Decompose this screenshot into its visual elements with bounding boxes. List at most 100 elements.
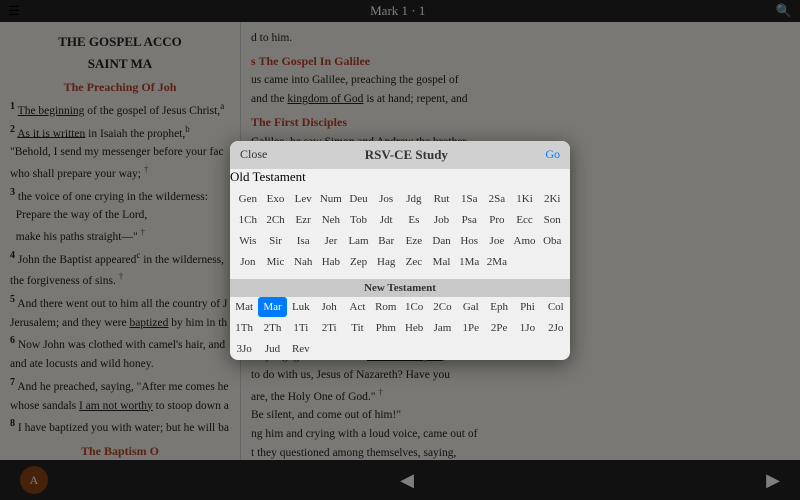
book-cell[interactable]: 2Sa (483, 189, 511, 209)
book-cell[interactable]: Oba (538, 231, 566, 251)
book-cell[interactable]: 3Jo (230, 339, 258, 359)
book-cell[interactable]: Act (343, 297, 371, 317)
nt-books-grid: MatMarLukJohActRom1Co2CoGalEphPhiCol1Th2… (230, 297, 570, 359)
book-cell[interactable]: Jdt (372, 210, 400, 230)
book-cell[interactable] (485, 339, 513, 359)
book-cell[interactable] (538, 252, 566, 272)
book-cell[interactable]: Jdg (400, 189, 428, 209)
book-cell[interactable]: Zec (400, 252, 428, 272)
book-cell[interactable]: Mal (428, 252, 456, 272)
book-cell[interactable]: Mar (258, 297, 286, 317)
overlay[interactable]: Close RSV-CE Study Go Old Testament GenE… (0, 0, 800, 500)
book-cell[interactable]: 2Co (428, 297, 456, 317)
book-cell[interactable] (400, 339, 428, 359)
ot-section-header: Old Testament (230, 169, 570, 185)
book-cell[interactable]: Psa (455, 210, 483, 230)
books-grid: GenExoLevNumDeuJosJdgRut1Sa2Sa1Ki2Ki1Ch2… (230, 185, 570, 277)
modal-title: RSV-CE Study (267, 147, 545, 163)
book-cell[interactable]: Bar (372, 231, 400, 251)
nt-books-row: 1Th2Th1Ti2TiTitPhmHebJam1Pe2Pe1Jo2Jo (230, 318, 570, 338)
nt-books-row: 3JoJudRev (230, 339, 570, 359)
book-cell[interactable]: Dan (428, 231, 456, 251)
book-cell[interactable] (315, 339, 343, 359)
book-cell[interactable]: 2Pe (485, 318, 513, 338)
book-cell[interactable]: Amo (511, 231, 539, 251)
book-cell[interactable]: Luk (287, 297, 315, 317)
book-cell[interactable]: Lam (345, 231, 373, 251)
book-cell[interactable]: Es (400, 210, 428, 230)
book-cell[interactable]: Phm (372, 318, 400, 338)
book-cell[interactable]: 1Th (230, 318, 258, 338)
book-cell[interactable]: Col (542, 297, 570, 317)
book-cell[interactable]: Exo (262, 189, 290, 209)
book-cell[interactable]: Mic (262, 252, 290, 272)
book-cell[interactable]: Sir (262, 231, 290, 251)
nt-books-row: MatMarLukJohActRom1Co2CoGalEphPhiCol (230, 297, 570, 317)
book-cell[interactable]: Hos (455, 231, 483, 251)
book-cell[interactable]: Jud (258, 339, 286, 359)
book-cell[interactable]: Jos (372, 189, 400, 209)
book-cell[interactable]: Pro (483, 210, 511, 230)
book-cell[interactable]: 1Sa (455, 189, 483, 209)
book-select-modal: Close RSV-CE Study Go Old Testament GenE… (230, 141, 570, 360)
nt-section-header: New Testament (230, 279, 570, 297)
book-cell[interactable] (428, 339, 456, 359)
book-cell[interactable]: 1Ki (511, 189, 539, 209)
book-cell[interactable]: Lev (289, 189, 317, 209)
book-cell[interactable]: Gal (457, 297, 485, 317)
book-cell[interactable]: Deu (345, 189, 373, 209)
book-cell[interactable] (511, 252, 539, 272)
book-cell[interactable]: Joe (483, 231, 511, 251)
modal-header: Close RSV-CE Study Go (230, 141, 570, 169)
book-cell[interactable]: Son (538, 210, 566, 230)
ot-books-row: JonMicNahHabZepHagZecMal1Ma2Ma (234, 252, 566, 272)
book-cell[interactable]: Rev (287, 339, 315, 359)
book-cell[interactable] (513, 339, 541, 359)
book-cell[interactable]: Jer (317, 231, 345, 251)
book-cell[interactable]: 1Co (400, 297, 428, 317)
book-cell[interactable]: 2Ma (483, 252, 511, 272)
book-cell[interactable]: Hag (372, 252, 400, 272)
ot-books-row: WisSirIsaJerLamBarEzeDanHosJoeAmoOba (234, 231, 566, 251)
book-cell[interactable]: Jam (428, 318, 456, 338)
book-cell[interactable]: Nah (289, 252, 317, 272)
book-cell[interactable]: 1Jo (513, 318, 541, 338)
book-cell[interactable]: 1Ma (455, 252, 483, 272)
book-cell[interactable]: Rut (428, 189, 456, 209)
book-cell[interactable]: Zep (345, 252, 373, 272)
book-cell[interactable]: Eze (400, 231, 428, 251)
book-cell[interactable]: 2Th (258, 318, 286, 338)
book-cell[interactable] (343, 339, 371, 359)
book-cell[interactable]: Eph (485, 297, 513, 317)
book-cell[interactable]: Ezr (289, 210, 317, 230)
book-cell[interactable]: 1Pe (457, 318, 485, 338)
book-cell[interactable]: Ecc (511, 210, 539, 230)
book-cell[interactable]: Gen (234, 189, 262, 209)
book-cell[interactable] (457, 339, 485, 359)
book-cell[interactable]: Tit (343, 318, 371, 338)
book-cell[interactable] (372, 339, 400, 359)
book-cell[interactable]: Mat (230, 297, 258, 317)
book-cell[interactable]: 1Ti (287, 318, 315, 338)
book-cell[interactable]: 2Jo (542, 318, 570, 338)
book-cell[interactable]: Num (317, 189, 345, 209)
book-cell[interactable]: Phi (513, 297, 541, 317)
book-cell[interactable]: 2Ch (262, 210, 290, 230)
book-cell[interactable]: 1Ch (234, 210, 262, 230)
book-cell[interactable] (542, 339, 570, 359)
book-cell[interactable]: Joh (315, 297, 343, 317)
book-cell[interactable]: Jon (234, 252, 262, 272)
modal-go-button[interactable]: Go (545, 147, 560, 162)
book-cell[interactable]: Wis (234, 231, 262, 251)
book-cell[interactable]: 2Ki (538, 189, 566, 209)
book-cell[interactable]: Neh (317, 210, 345, 230)
modal-close-button[interactable]: Close (240, 147, 267, 162)
ot-books-row: 1Ch2ChEzrNehTobJdtEsJobPsaProEccSon (234, 210, 566, 230)
book-cell[interactable]: Rom (372, 297, 400, 317)
book-cell[interactable]: 2Ti (315, 318, 343, 338)
book-cell[interactable]: Job (428, 210, 456, 230)
book-cell[interactable]: Heb (400, 318, 428, 338)
book-cell[interactable]: Tob (345, 210, 373, 230)
book-cell[interactable]: Isa (289, 231, 317, 251)
book-cell[interactable]: Hab (317, 252, 345, 272)
